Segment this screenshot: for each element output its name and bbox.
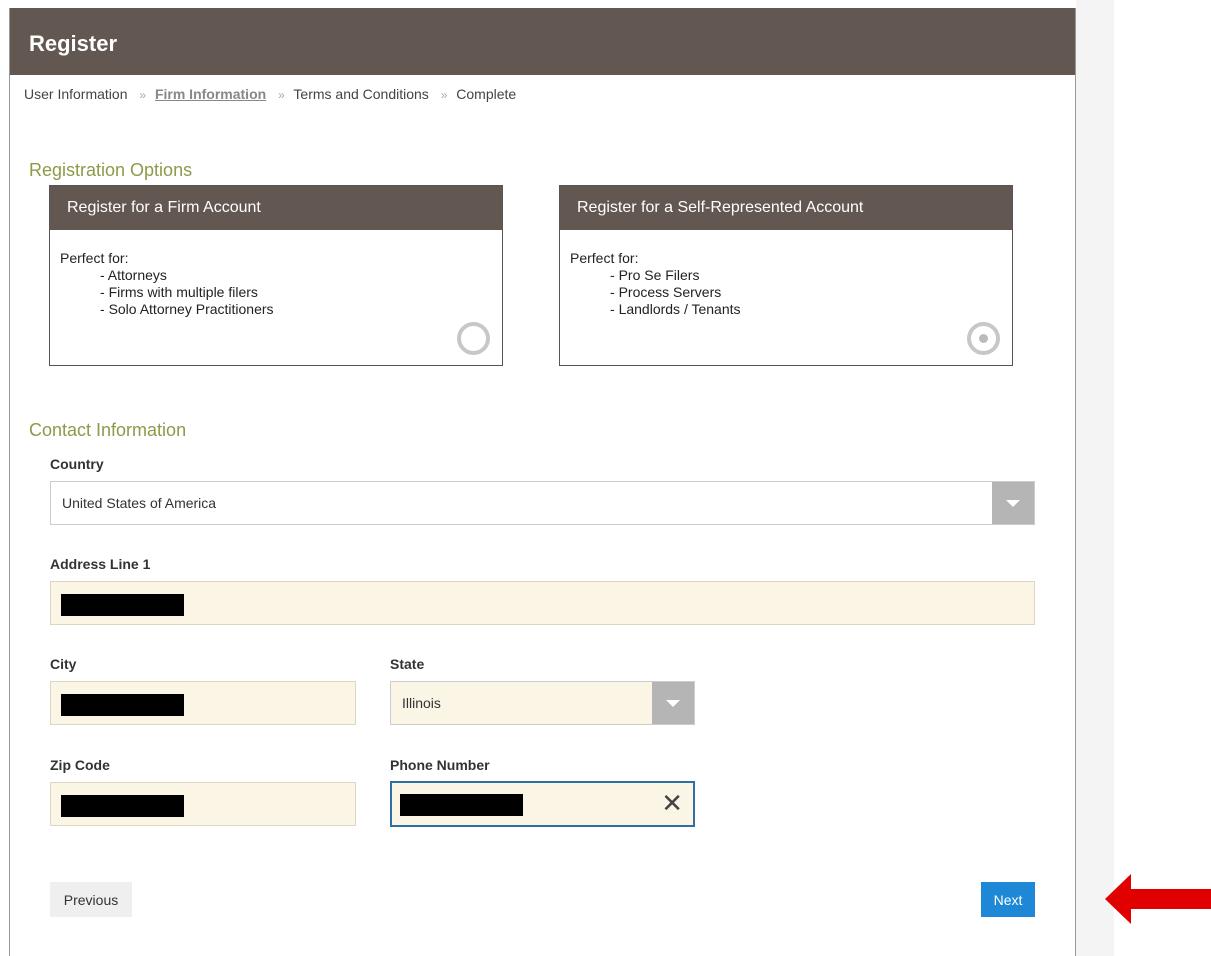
state-label: State — [390, 656, 425, 672]
option-intro: Perfect for: — [570, 250, 639, 266]
chevron-down-icon[interactable] — [652, 682, 694, 724]
previous-button[interactable]: Previous — [50, 882, 132, 917]
breadcrumb-item-user-information[interactable]: User Information — [24, 86, 127, 102]
redacted-value — [400, 794, 523, 816]
country-label: Country — [50, 456, 104, 472]
firm-account-option[interactable]: Register for a Firm Account Perfect for:… — [49, 185, 503, 366]
address-line-1-input[interactable] — [50, 581, 1035, 625]
firm-account-option-body: Perfect for: Attorneys Firms with multip… — [50, 230, 502, 318]
self-represented-option-body: Perfect for: Pro Se Filers Process Serve… — [560, 230, 1012, 318]
address-line-1-label: Address Line 1 — [50, 556, 151, 572]
state-select[interactable]: Illinois — [390, 681, 695, 725]
list-item: Landlords / Tenants — [610, 301, 1012, 318]
breadcrumb-separator: » — [139, 88, 147, 102]
option-intro: Perfect for: — [60, 250, 129, 266]
firm-account-radio[interactable] — [457, 322, 490, 355]
close-icon[interactable]: ✕ — [661, 789, 683, 817]
city-label: City — [50, 656, 77, 672]
phone-number-label: Phone Number — [390, 757, 490, 773]
page-title: Register — [10, 8, 1075, 75]
redacted-value — [61, 694, 184, 716]
self-represented-option-title: Register for a Self-Represented Account — [560, 186, 1012, 230]
redacted-value — [61, 594, 184, 616]
country-select-value: United States of America — [62, 495, 217, 511]
country-select[interactable]: United States of America — [50, 481, 1035, 525]
chevron-down-icon[interactable] — [992, 482, 1034, 524]
phone-number-input[interactable]: ✕ — [390, 781, 695, 827]
breadcrumb-separator: » — [440, 88, 448, 102]
breadcrumb: User Information » Firm Information » Te… — [24, 86, 516, 102]
city-input[interactable] — [50, 681, 356, 725]
next-button[interactable]: Next — [981, 882, 1035, 917]
breadcrumb-item-firm-information[interactable]: Firm Information — [155, 86, 266, 102]
list-item: Pro Se Filers — [610, 267, 1012, 284]
state-select-value: Illinois — [402, 695, 441, 711]
breadcrumb-item-terms-and-conditions[interactable]: Terms and Conditions — [293, 86, 428, 102]
breadcrumb-item-complete[interactable]: Complete — [456, 86, 516, 102]
self-represented-account-option[interactable]: Register for a Self-Represented Account … — [559, 185, 1013, 366]
redacted-value — [61, 795, 184, 817]
zip-code-label: Zip Code — [50, 757, 110, 773]
zip-code-input[interactable] — [50, 782, 356, 826]
list-item: Solo Attorney Practitioners — [100, 301, 502, 318]
list-item: Process Servers — [610, 284, 1012, 301]
list-item: Attorneys — [100, 267, 502, 284]
registration-options-title: Registration Options — [29, 160, 193, 180]
firm-account-option-title: Register for a Firm Account — [50, 186, 502, 230]
arrow-left-icon — [1105, 874, 1211, 924]
breadcrumb-separator: » — [278, 88, 285, 102]
self-represented-radio[interactable] — [967, 322, 1000, 355]
option-list: Pro Se Filers Process Servers Landlords … — [570, 267, 1012, 318]
contact-information-title: Contact Information — [29, 420, 187, 440]
page-gutter — [1076, 0, 1114, 956]
list-item: Firms with multiple filers — [100, 284, 502, 301]
option-list: Attorneys Firms with multiple filers Sol… — [60, 267, 502, 318]
